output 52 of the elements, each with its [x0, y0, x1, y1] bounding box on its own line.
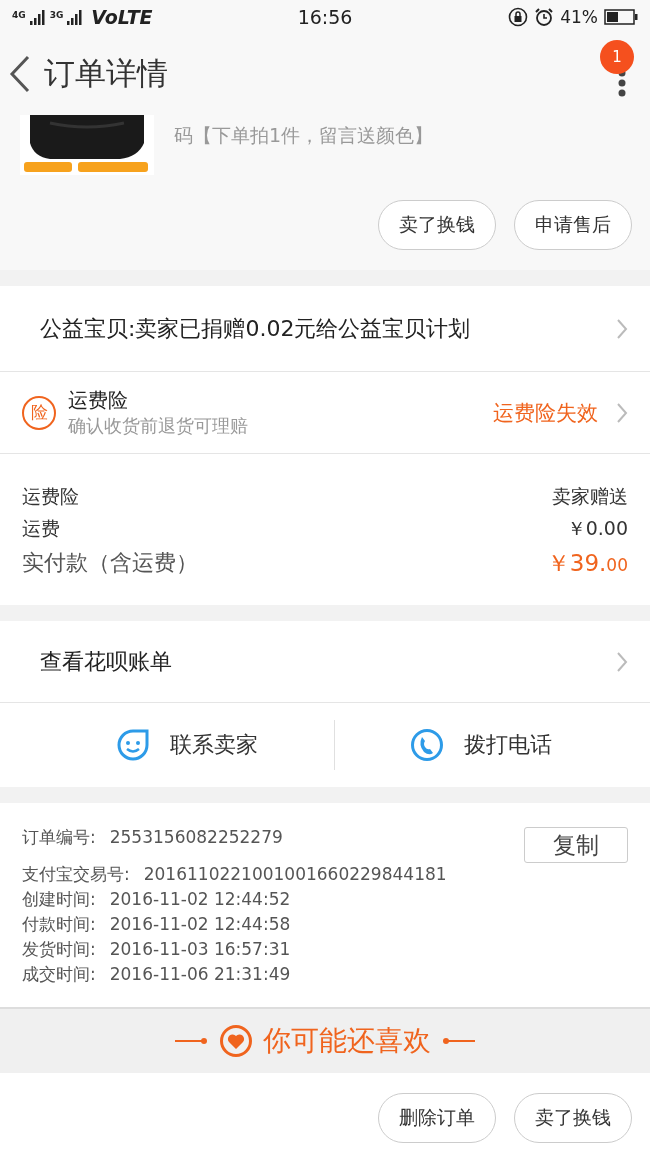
network-label: 4G: [12, 9, 26, 20]
fee-value: ￥0.00: [566, 516, 628, 541]
chevron-right-icon: [616, 401, 628, 424]
contact-button[interactable]: 拨打电话: [334, 720, 628, 770]
fee-value: 卖家赠送: [552, 484, 628, 509]
fee-value: ￥39.00: [546, 549, 628, 578]
volte-label: VoLTE: [91, 5, 153, 28]
action-button[interactable]: 卖了换钱: [378, 200, 496, 250]
arrow-line-icon: [441, 1036, 475, 1046]
info-label: 成交时间:: [22, 963, 96, 986]
fee-label: 运费: [22, 516, 60, 541]
alarm-clock-icon: [534, 6, 555, 27]
arrow-line-icon: [175, 1036, 209, 1046]
insurance-subtitle: 确认收货前退货可理赔: [68, 414, 249, 438]
fee-label: 实付款（含运费）: [22, 549, 198, 577]
fee-label: 运费险: [22, 484, 79, 509]
back-button[interactable]: [8, 54, 32, 94]
info-value: 2016110221001001660229844181: [143, 863, 447, 886]
info-label: 支付宝交易号:: [22, 863, 130, 886]
insurance-icon: 险: [22, 395, 56, 430]
info-label: 付款时间:: [22, 913, 96, 936]
copy-button[interactable]: 复制: [524, 827, 628, 863]
info-value: 2016-11-02 12:44:58: [109, 913, 291, 936]
network-label: 3G: [49, 9, 64, 20]
chat-face-icon: [115, 728, 150, 762]
huabei-bill-link[interactable]: 查看花呗账单: [40, 646, 616, 677]
info-value: 2016-11-02 12:44:52: [109, 888, 291, 911]
signal-icon: [29, 8, 46, 25]
action-button[interactable]: 申请售后: [514, 200, 632, 250]
info-value: 2016-11-06 21:31:49: [109, 963, 291, 986]
recommend-title: 你可能还喜欢: [263, 1023, 431, 1059]
notification-badge: 1: [600, 40, 634, 74]
product-title: 码【下单拍1件，留言送颜色】: [174, 123, 434, 148]
insurance-title: 运费险: [68, 387, 129, 414]
page-title: 订单详情: [44, 54, 169, 93]
charity-text: 公益宝贝:卖家已捐赠0.02元给公益宝贝计划: [40, 314, 472, 343]
info-label: 订单编号:: [22, 826, 96, 849]
chevron-right-icon: [616, 317, 628, 340]
info-label: 发货时间:: [22, 938, 96, 961]
phone-icon: [410, 728, 445, 762]
chevron-right-icon: [616, 650, 628, 673]
contact-button[interactable]: 联系卖家: [40, 720, 334, 770]
action-button[interactable]: 删除订单: [378, 1093, 496, 1143]
battery-icon: [604, 8, 638, 25]
signal-icon: [67, 8, 84, 25]
clock-time: 16:56: [297, 5, 353, 28]
info-value: 2553156082252279: [109, 826, 283, 849]
battery-percent: 41%: [560, 6, 598, 27]
action-button[interactable]: 卖了换钱: [514, 1093, 632, 1143]
rotation-lock-icon: [508, 6, 529, 27]
info-label: 创建时间:: [22, 888, 96, 911]
info-value: 2016-11-03 16:57:31: [109, 938, 291, 961]
